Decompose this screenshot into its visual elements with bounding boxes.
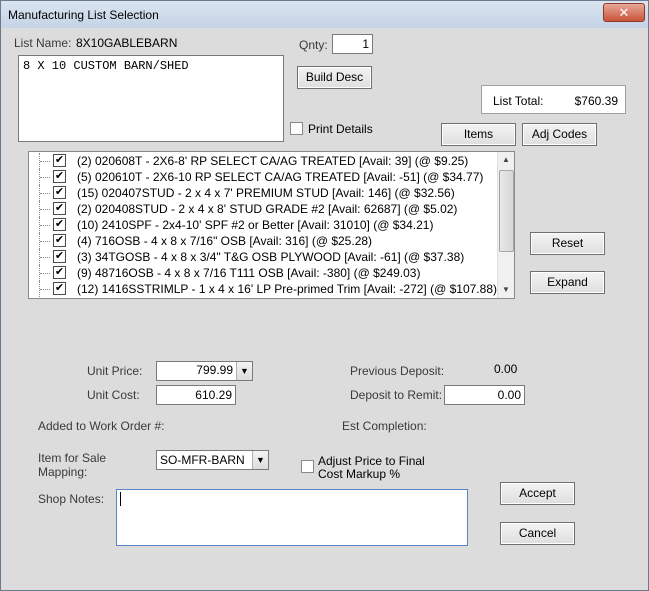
list-item[interactable]: ✔ (4) 716OSB - 4 x 8 x 7/16" OSB [Avail: … xyxy=(29,233,499,249)
unit-cost-label: Unit Cost: xyxy=(87,388,140,402)
tree-connector xyxy=(40,177,50,178)
build-desc-label: Build Desc xyxy=(305,70,364,84)
list-item[interactable]: ✔ (2) 020608T - 2X6-8' RP SELECT CA/AG TR… xyxy=(29,153,499,169)
work-order-label: Added to Work Order #: xyxy=(38,419,165,433)
tree-connector xyxy=(40,193,50,194)
unit-cost-input[interactable]: 610.29 xyxy=(156,385,236,405)
accept-label: Accept xyxy=(519,486,556,500)
list-total-box: List Total: $760.39 xyxy=(481,85,626,114)
item-checkbox[interactable]: ✔ xyxy=(53,282,66,295)
deposit-to-remit-label: Deposit to Remit: xyxy=(350,388,443,402)
qnty-input[interactable]: 1 xyxy=(332,34,373,54)
list-item[interactable]: ✔ (10) 2410SPF - 2x4-10' SPF #2 or Better… xyxy=(29,217,499,233)
item-checkbox[interactable]: ✔ xyxy=(53,234,66,247)
shop-notes-textarea[interactable] xyxy=(116,489,468,546)
tree-connector xyxy=(40,257,50,258)
item-text: (10) 2410SPF - 2x4-10' SPF #2 or Better … xyxy=(77,218,434,232)
unit-price-combo[interactable]: 799.99 ▼ xyxy=(156,361,253,381)
est-completion-label: Est Completion: xyxy=(342,419,427,433)
adjust-price-checkbox[interactable] xyxy=(301,460,314,473)
scroll-thumb[interactable] xyxy=(499,170,514,252)
tree-connector xyxy=(40,161,50,162)
scroll-down-icon[interactable]: ▼ xyxy=(498,282,514,298)
print-details-checkbox[interactable] xyxy=(290,122,303,135)
description-textarea[interactable]: 8 X 10 CUSTOM BARN/SHED xyxy=(18,55,284,142)
tree-connector xyxy=(40,225,50,226)
item-checkbox[interactable]: ✔ xyxy=(53,186,66,199)
item-text: (12) 1416SSTRIMLP - 1 x 4 x 16' LP Pre-p… xyxy=(77,282,497,296)
previous-deposit-label: Previous Deposit: xyxy=(350,364,445,378)
title-bar[interactable]: Manufacturing List Selection ✕ xyxy=(1,1,648,28)
list-total-value: $760.39 xyxy=(574,94,618,108)
list-item[interactable]: ✔ (2) 020408STUD - 2 x 4 x 8' STUD GRADE … xyxy=(29,201,499,217)
list-item[interactable]: ✔ (9) 48716OSB - 4 x 8 x 7/16 T111 OSB [A… xyxy=(29,265,499,281)
adj-codes-button[interactable]: Adj Codes xyxy=(522,123,597,146)
item-text: (15) 020407STUD - 2 x 4 x 7' PREMIUM STU… xyxy=(77,186,455,200)
list-name-value: 8X10GABLEBARN xyxy=(76,36,178,50)
print-details-label: Print Details xyxy=(308,122,373,136)
manufacturing-list-selection-window: Manufacturing List Selection ✕ List Name… xyxy=(0,0,649,591)
vertical-scrollbar[interactable]: ▲ ▼ xyxy=(497,152,514,298)
list-name-label: List Name: xyxy=(14,36,72,50)
text-cursor xyxy=(120,492,121,506)
list-item[interactable]: ✔ (3) 34TGOSB - 4 x 8 x 3/4" T&G OSB PLYW… xyxy=(29,249,499,265)
list-item[interactable]: ✔ (15) 020407STUD - 2 x 4 x 7' PREMIUM ST… xyxy=(29,185,499,201)
deposit-to-remit-input[interactable]: 0.00 xyxy=(444,385,525,405)
item-text: (2) 020408STUD - 2 x 4 x 8' STUD GRADE #… xyxy=(77,202,458,216)
scroll-up-icon[interactable]: ▲ xyxy=(498,152,514,168)
reset-label: Reset xyxy=(551,236,584,250)
tree-connector xyxy=(40,273,50,274)
adjust-price-label-line2: Cost Markup % xyxy=(318,467,401,481)
item-checkbox[interactable]: ✔ xyxy=(53,170,66,183)
tree-connector xyxy=(40,209,50,210)
item-text: (4) 716OSB - 4 x 8 x 7/16" OSB [Avail: 3… xyxy=(77,234,373,248)
description-text: 8 X 10 CUSTOM BARN/SHED xyxy=(23,59,189,73)
items-label: Items xyxy=(463,127,494,141)
window-title: Manufacturing List Selection xyxy=(8,8,159,22)
list-item[interactable]: ✔ (12) 1416SSTRIMLP - 1 x 4 x 16' LP Pre-… xyxy=(29,281,499,297)
item-text: (2) 020608T - 2X6-8' RP SELECT CA/AG TRE… xyxy=(77,154,469,168)
list-item[interactable]: ✔ (5) 020610T - 2X6-10 RP SELECT CA/AG TR… xyxy=(29,169,499,185)
previous-deposit-value: 0.00 xyxy=(494,362,518,376)
item-for-sale-select[interactable]: SO-MFR-BARN ▼ xyxy=(156,450,269,470)
list-total-label: List Total: xyxy=(493,94,544,108)
item-checkbox[interactable]: ✔ xyxy=(53,250,66,263)
reset-button[interactable]: Reset xyxy=(530,232,605,255)
adjust-price-label-line1: Adjust Price to Final xyxy=(318,454,425,468)
item-for-sale-label-line2: Mapping: xyxy=(38,465,88,479)
items-button[interactable]: Items xyxy=(441,123,516,146)
tree-connector xyxy=(40,289,50,290)
expand-button[interactable]: Expand xyxy=(530,271,605,294)
tree-connector xyxy=(40,241,50,242)
item-checkbox[interactable]: ✔ xyxy=(53,202,66,215)
cancel-label: Cancel xyxy=(518,526,557,540)
unit-price-value: 799.99 xyxy=(196,363,233,377)
adj-codes-label: Adj Codes xyxy=(531,127,588,141)
close-button[interactable]: ✕ xyxy=(603,3,645,22)
item-text: (9) 48716OSB - 4 x 8 x 7/16 T111 OSB [Av… xyxy=(77,266,421,280)
unit-price-dropdown-icon[interactable]: ▼ xyxy=(236,362,252,380)
item-for-sale-label-line1: Item for Sale xyxy=(38,451,107,465)
accept-button[interactable]: Accept xyxy=(500,482,575,505)
item-for-sale-value: SO-MFR-BARN xyxy=(160,453,245,467)
item-list[interactable]: ✔ (2) 020608T - 2X6-8' RP SELECT CA/AG TR… xyxy=(28,151,515,299)
item-checkbox[interactable]: ✔ xyxy=(53,154,66,167)
build-desc-button[interactable]: Build Desc xyxy=(297,66,372,89)
item-text: (3) 34TGOSB - 4 x 8 x 3/4" T&G OSB PLYWO… xyxy=(77,250,465,264)
item-text: (5) 020610T - 2X6-10 RP SELECT CA/AG TRE… xyxy=(77,170,484,184)
qnty-label: Qnty: xyxy=(299,38,328,52)
cancel-button[interactable]: Cancel xyxy=(500,522,575,545)
item-for-sale-dropdown-icon[interactable]: ▼ xyxy=(252,451,268,469)
shop-notes-label: Shop Notes: xyxy=(38,492,105,506)
item-checkbox[interactable]: ✔ xyxy=(53,218,66,231)
expand-label: Expand xyxy=(547,275,588,289)
item-checkbox[interactable]: ✔ xyxy=(53,266,66,279)
unit-price-label: Unit Price: xyxy=(87,364,143,378)
